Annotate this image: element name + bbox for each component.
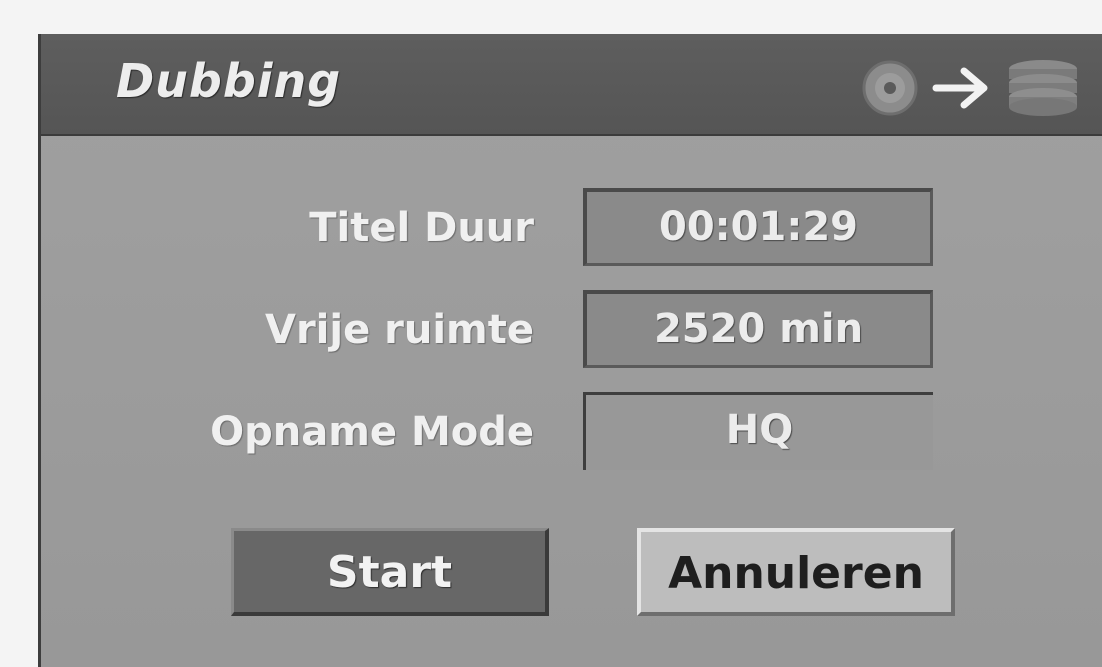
free-space-value: 2520 min <box>583 290 933 368</box>
field-row-title-duration: Titel Duur 00:01:29 <box>41 188 1102 268</box>
arrow-right-icon <box>932 63 992 113</box>
start-button[interactable]: Start <box>231 528 549 616</box>
dialog-title: Dubbing <box>116 54 342 108</box>
field-row-record-mode: Opname Mode HQ <box>41 392 1102 472</box>
disc-icon <box>860 58 920 118</box>
cancel-button[interactable]: Annuleren <box>637 528 955 616</box>
field-row-free-space: Vrije ruimte 2520 min <box>41 290 1102 370</box>
dialog-titlebar: Dubbing <box>41 34 1102 136</box>
record-mode-value[interactable]: HQ <box>583 392 933 470</box>
dubbing-direction-indicator <box>860 56 1082 120</box>
title-duration-label: Titel Duur <box>309 205 534 251</box>
record-mode-label: Opname Mode <box>210 409 534 455</box>
free-space-label: Vrije ruimte <box>264 307 534 353</box>
dubbing-dialog: Dubbing Titel Duur 00:01:29 Vrije ruimte… <box>38 34 1102 667</box>
title-duration-value: 00:01:29 <box>583 188 933 266</box>
hdd-stack-icon <box>1004 57 1082 119</box>
